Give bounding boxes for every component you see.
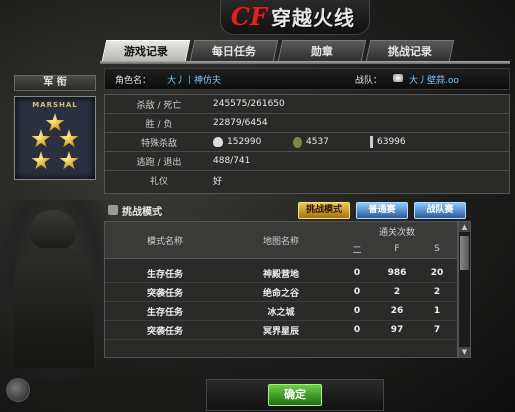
player-info-bar: 角色名： 大丿丨神仿夫 战队： 大丿壁蒜.oo — [104, 68, 510, 90]
tab-label: 每日任务 — [211, 45, 256, 58]
scroll-down-arrow-icon[interactable]: ▼ — [459, 347, 470, 357]
logo-text: 穿越火线 — [271, 5, 356, 30]
knife-icon — [370, 136, 373, 148]
game-record-window: CF 穿越火线 游戏记录 每日任务 勋章 挑战记录 军 衔 MARSHAL 角色… — [0, 0, 515, 412]
table-row[interactable]: 突袭任务 冥界星辰 0 97 7 — [105, 321, 457, 340]
stats-panel: 杀敌 / 死亡 245575/261650 胜 / 负 22879/6454 特… — [104, 94, 510, 194]
logo-box: CF 穿越火线 — [219, 0, 371, 35]
tab-medal[interactable]: 勋章 — [277, 40, 367, 61]
table-row[interactable]: 突袭任务 绝命之谷 0 2 2 — [105, 283, 457, 302]
stat-label: 礼仪 — [149, 176, 168, 187]
column-header-map: 地图名称 — [225, 222, 337, 259]
cell-normal: 97 — [390, 325, 404, 335]
scrollbar-thumb[interactable] — [460, 236, 469, 270]
stat-label: 胜 / 负 — [145, 119, 173, 130]
soldier-body-art — [14, 248, 94, 368]
game-logo: CF 穿越火线 — [200, 0, 390, 35]
stat-value: 好 — [213, 176, 223, 187]
headshot-skull-icon — [213, 137, 223, 147]
cell-mode: 突袭任务 — [146, 326, 183, 337]
stat-row-kd: 杀敌 / 死亡 245575/261650 — [105, 95, 509, 114]
player-name-label: 角色名： — [115, 76, 152, 86]
tab-game-record[interactable]: 游戏记录 — [101, 40, 191, 61]
stat-value: 245575/261650 — [213, 99, 285, 109]
cell-normal: 986 — [387, 268, 407, 278]
table-row[interactable]: 生存任务 神殿营地 0 986 20 — [105, 264, 457, 283]
cell-map: 冰之城 — [267, 307, 295, 318]
cell-easy: 0 — [353, 306, 361, 316]
cell-map: 绝命之谷 — [262, 288, 299, 299]
cell-hard: 7 — [433, 325, 441, 335]
tab-label: 挑战记录 — [387, 45, 432, 58]
table-scrollbar[interactable]: ▲ ▼ — [458, 221, 471, 358]
rank-star-icon — [31, 151, 51, 170]
cell-mode: 突袭任务 — [146, 288, 183, 299]
cell-map: 冥界星辰 — [262, 326, 299, 337]
cell-easy: 0 — [353, 287, 361, 297]
column-header-mode: 模式名称 — [105, 222, 225, 259]
rank-star-icon — [45, 113, 65, 132]
stat-value: 22879/6454 — [213, 118, 268, 128]
cell-mode: 生存任务 — [146, 269, 183, 280]
stat-row-etiquette: 礼仪 好 — [105, 171, 509, 189]
team-label: 战队： — [355, 76, 383, 86]
rank-header: 军 衔 — [14, 75, 96, 91]
stat-row-win-loss: 胜 / 负 22879/6454 — [105, 114, 509, 133]
challenge-table: 模式名称 地图名称 通关次数 二 F S 生存任务 神殿营地 0 986 20 … — [104, 221, 458, 358]
normal-match-button[interactable]: 普通赛 — [356, 202, 408, 219]
team-icon — [389, 73, 407, 83]
cell-hard: 1 — [433, 306, 441, 316]
column-header-hard: S — [417, 240, 457, 259]
tab-daily-mission[interactable]: 每日任务 — [189, 40, 279, 61]
challenge-icon — [108, 205, 118, 215]
cell-normal: 26 — [390, 306, 404, 316]
soldier-helmet-art — [30, 210, 76, 250]
knife-value: 63996 — [377, 137, 406, 147]
challenge-mode-button[interactable]: 挑战模式 — [298, 202, 350, 219]
challenge-title: 挑战模式 — [122, 206, 162, 218]
table-row[interactable]: 生存任务 冰之城 0 26 1 — [105, 302, 457, 321]
stat-row-special-kills: 特殊杀敌 152990 4537 63996 — [105, 133, 509, 152]
scroll-up-arrow-icon[interactable]: ▲ — [459, 222, 470, 232]
rank-badge-label: MARSHAL — [32, 101, 78, 109]
tab-challenge-record[interactable]: 挑战记录 — [365, 40, 455, 61]
team-value: 大丿壁蒜.oo — [409, 76, 459, 86]
player-name-value: 大丿丨神仿夫 — [167, 76, 222, 86]
tab-label: 勋章 — [310, 45, 333, 58]
column-header-easy: 二 — [337, 240, 377, 259]
cell-mode: 生存任务 — [146, 307, 183, 318]
clan-match-button[interactable]: 战队赛 — [414, 202, 466, 219]
corner-emblem-icon — [6, 378, 30, 402]
cell-map: 神殿营地 — [262, 269, 299, 280]
rank-star-icon — [59, 151, 79, 170]
cell-hard: 20 — [430, 268, 444, 278]
cell-hard: 2 — [433, 287, 441, 297]
tab-bar: 游戏记录 每日任务 勋章 挑战记录 — [101, 40, 455, 62]
stat-row-escape: 逃跑 / 退出 488/741 — [105, 152, 509, 171]
headshot-value: 152990 — [227, 137, 262, 147]
stat-label: 逃跑 / 退出 — [136, 157, 182, 168]
cell-easy: 0 — [353, 325, 361, 335]
confirm-button[interactable]: 确定 — [268, 384, 322, 406]
rank-star-icon — [59, 129, 79, 148]
stat-label: 特殊杀敌 — [140, 138, 177, 149]
cell-normal: 2 — [393, 287, 401, 297]
stat-label: 杀敌 / 死亡 — [136, 100, 182, 111]
column-header-clears: 通关次数 — [337, 222, 457, 241]
tab-label: 游戏记录 — [123, 45, 168, 58]
rank-star-icon — [31, 129, 51, 148]
rank-badge: MARSHAL — [14, 96, 96, 180]
column-header-normal: F — [377, 240, 417, 259]
tab-divider — [100, 61, 510, 64]
stat-value: 488/741 — [213, 156, 251, 166]
grenade-value: 4537 — [306, 137, 329, 147]
cell-easy: 0 — [353, 268, 361, 278]
grenade-icon — [293, 136, 302, 148]
logo-cf: CF — [230, 1, 268, 31]
